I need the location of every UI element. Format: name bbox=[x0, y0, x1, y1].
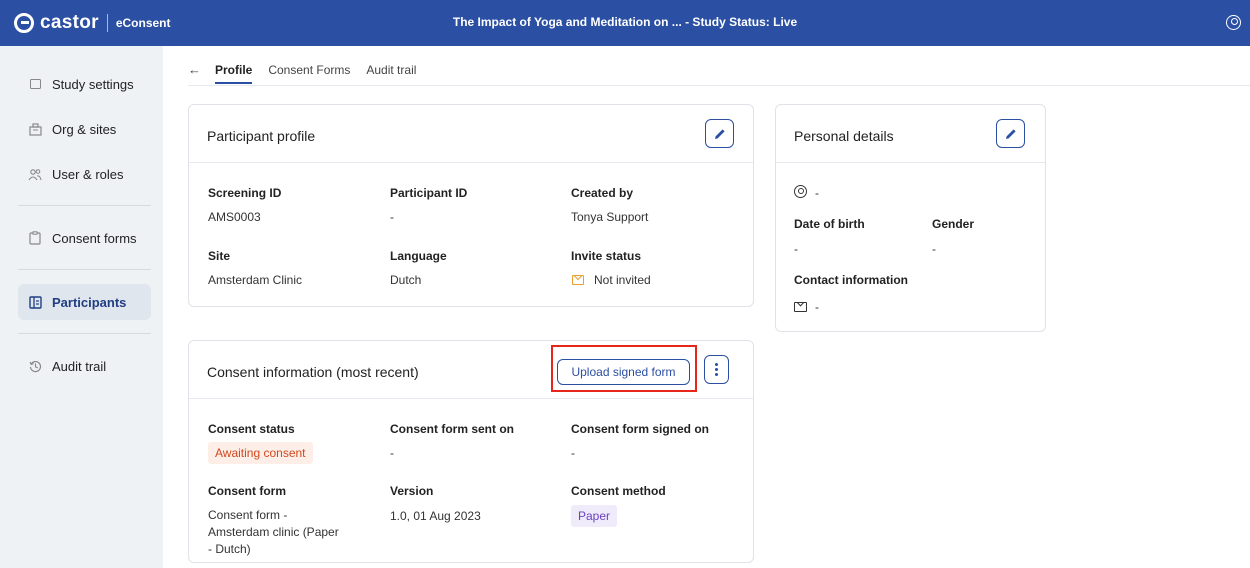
profile-tabs: ← Profile Consent Forms Audit trail bbox=[188, 56, 432, 86]
person-icon bbox=[794, 185, 807, 198]
consent-method-label: Consent method bbox=[571, 484, 666, 498]
consent-status-label: Consent status bbox=[208, 422, 295, 436]
participants-icon bbox=[28, 295, 42, 309]
sidebar-item-label: Audit trail bbox=[52, 358, 107, 374]
edit-profile-button[interactable] bbox=[705, 119, 734, 148]
consent-status-badge: Awaiting consent bbox=[208, 442, 313, 464]
sidebar: Study settings Org & sites User & roles … bbox=[0, 46, 163, 568]
sidebar-item-label: Participants bbox=[52, 294, 127, 310]
sidebar-item-audit-trail[interactable]: Audit trail bbox=[18, 348, 151, 384]
sidebar-item-org-sites[interactable]: Org & sites bbox=[18, 111, 151, 147]
dob-value: - bbox=[794, 242, 798, 256]
upload-signed-form-button[interactable]: Upload signed form bbox=[557, 359, 690, 385]
sidebar-item-label: Study settings bbox=[52, 76, 134, 92]
pencil-icon bbox=[1005, 128, 1016, 139]
sent-on-label: Consent form sent on bbox=[390, 422, 515, 436]
tabs-divider bbox=[188, 85, 1250, 86]
sidebar-item-study-settings[interactable]: Study settings bbox=[18, 66, 151, 102]
more-options-dot bbox=[715, 373, 718, 377]
sidebar-divider bbox=[18, 333, 151, 334]
gender-value: - bbox=[932, 242, 936, 256]
created-by-label: Created by bbox=[571, 186, 634, 200]
consent-form-label: Consent form bbox=[208, 484, 286, 498]
signed-on-value: - bbox=[571, 446, 575, 460]
participant-id-value: - bbox=[390, 210, 394, 224]
created-by-value: Tonya Support bbox=[571, 210, 649, 224]
email-value: - bbox=[815, 300, 819, 314]
name-value: - bbox=[815, 186, 819, 200]
card-header: Personal details bbox=[776, 105, 1045, 163]
site-value: Amsterdam Clinic bbox=[208, 273, 303, 287]
card-title: Personal details bbox=[794, 128, 894, 144]
more-options-dot bbox=[715, 368, 718, 371]
tab-consent-forms[interactable]: Consent Forms bbox=[268, 56, 350, 82]
participant-profile-card: Participant profile Screening ID AMS0003… bbox=[188, 104, 754, 307]
study-title: The Impact of Yoga and Meditation on ...… bbox=[452, 15, 798, 29]
dob-label: Date of birth bbox=[794, 217, 865, 231]
tab-audit-trail[interactable]: Audit trail bbox=[366, 56, 416, 82]
contact-info-label: Contact information bbox=[794, 273, 908, 287]
clipboard-icon bbox=[28, 231, 42, 245]
invite-status-label: Invite status bbox=[571, 249, 642, 263]
sidebar-item-label: User & roles bbox=[52, 166, 124, 182]
sidebar-item-label: Consent forms bbox=[52, 230, 137, 246]
more-options-button[interactable] bbox=[704, 355, 729, 384]
sidebar-divider bbox=[18, 205, 151, 206]
site-label: Site bbox=[208, 249, 231, 263]
consent-method-badge: Paper bbox=[571, 505, 618, 527]
sidebar-item-user-roles[interactable]: User & roles bbox=[18, 156, 151, 192]
version-value: 1.0, 01 Aug 2023 bbox=[390, 509, 481, 523]
sidebar-divider bbox=[18, 269, 151, 270]
more-options-icon bbox=[715, 362, 718, 366]
sent-on-value: - bbox=[390, 446, 394, 460]
participant-id-label: Participant ID bbox=[390, 186, 468, 200]
screening-id-value: AMS0003 bbox=[208, 210, 261, 224]
consent-form-value: Consent form - Amsterdam clinic (Paper -… bbox=[208, 508, 339, 556]
screening-id-label: Screening ID bbox=[208, 186, 282, 200]
version-label: Version bbox=[390, 484, 434, 498]
edit-personal-details-button[interactable] bbox=[996, 119, 1025, 148]
card-title: Consent information (most recent) bbox=[207, 364, 419, 380]
sidebar-item-consent-forms[interactable]: Consent forms bbox=[18, 220, 151, 256]
language-label: Language bbox=[390, 249, 447, 263]
language-value: Dutch bbox=[390, 273, 422, 287]
tab-profile[interactable]: Profile bbox=[215, 56, 253, 84]
signed-on-label: Consent form signed on bbox=[571, 422, 709, 436]
mail-icon bbox=[794, 302, 807, 312]
users-icon bbox=[28, 167, 42, 181]
personal-details-card: Personal details - Date of birth - Gende… bbox=[775, 104, 1046, 332]
sidebar-item-participants[interactable]: Participants bbox=[18, 284, 151, 320]
history-icon bbox=[28, 359, 42, 373]
pencil-icon bbox=[714, 128, 725, 139]
card-title: Participant profile bbox=[207, 128, 316, 144]
user-account-icon[interactable] bbox=[1226, 15, 1241, 30]
back-arrow-icon[interactable]: ← bbox=[188, 62, 201, 78]
envelope-alert-icon bbox=[572, 275, 584, 285]
building-icon bbox=[28, 122, 42, 136]
top-bar: castor eConsent The Impact of Yoga and M… bbox=[0, 0, 1250, 46]
card-header: Participant profile bbox=[189, 105, 753, 163]
card-header: Consent information (most recent) Upload… bbox=[189, 341, 753, 399]
layout-icon bbox=[28, 77, 42, 91]
consent-information-card: Consent information (most recent) Upload… bbox=[188, 340, 754, 563]
sidebar-item-label: Org & sites bbox=[52, 121, 117, 137]
invite-status-value: Not invited bbox=[594, 273, 651, 287]
gender-label: Gender bbox=[932, 217, 975, 231]
